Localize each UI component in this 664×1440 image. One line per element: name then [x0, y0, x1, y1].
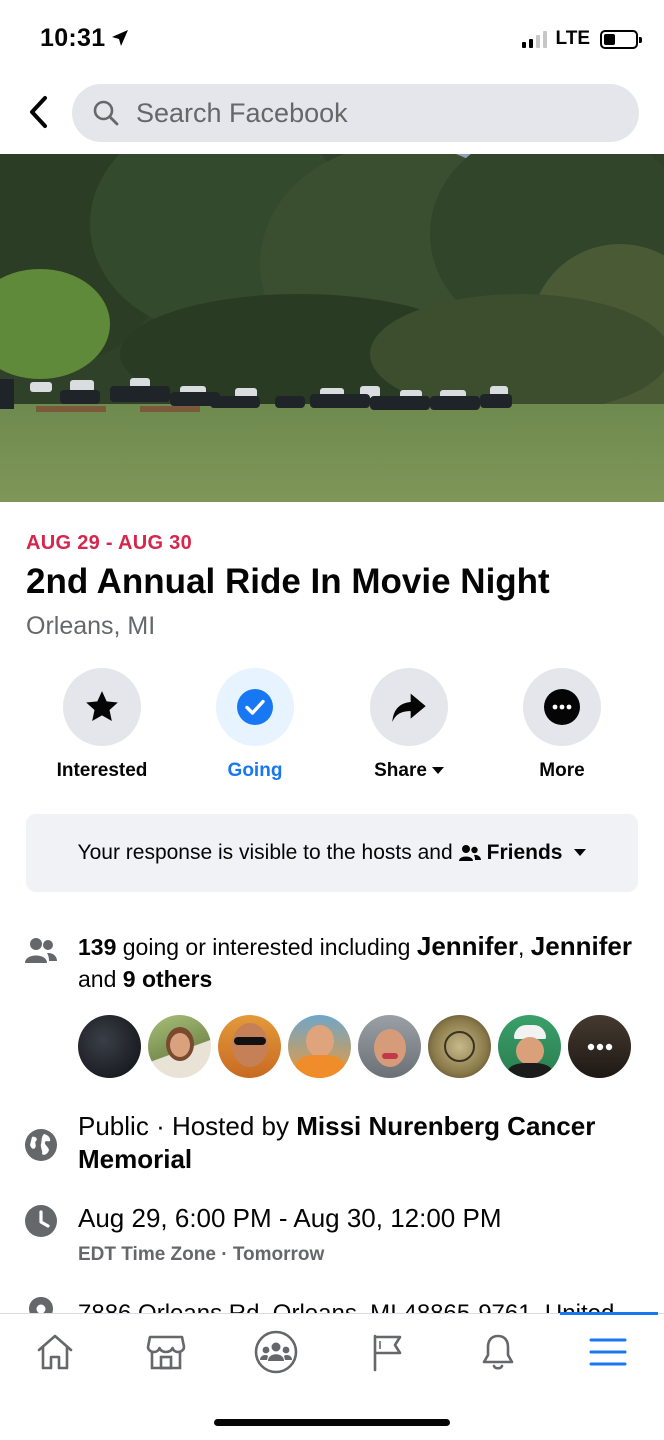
attendance-count: 139 — [78, 934, 117, 960]
time-sub: EDT Time Zone · Tomorrow — [78, 1244, 325, 1265]
more-circle — [523, 668, 601, 746]
network-type: LTE — [555, 28, 590, 49]
home-icon — [37, 1334, 73, 1370]
avatar[interactable] — [498, 1015, 561, 1078]
audience-label: Friends — [486, 841, 563, 864]
home-indicator[interactable] — [214, 1419, 450, 1426]
interested-label: Interested — [56, 760, 148, 781]
clock-icon — [25, 1205, 57, 1237]
more-dots-icon — [587, 1043, 612, 1050]
caret-down-icon — [574, 849, 587, 856]
privacy-label: Public — [78, 1111, 149, 1141]
share-circle — [370, 668, 448, 746]
going-circle — [216, 668, 294, 746]
share-label: Share — [374, 760, 427, 781]
tab-menu[interactable] — [578, 1328, 638, 1376]
pages-flag-icon — [373, 1334, 402, 1372]
event-cover-photo[interactable] — [0, 154, 664, 502]
time-range: Aug 29, 6:00 PM - Aug 30, 12:00 PM — [78, 1203, 502, 1233]
people-icon — [25, 938, 57, 963]
pin-icon — [29, 1297, 53, 1313]
going-button[interactable]: Going — [185, 668, 325, 782]
attendee-avatars — [78, 1015, 631, 1078]
share-button[interactable]: Share — [339, 668, 479, 782]
relative-day: Tomorrow — [232, 1244, 325, 1265]
search-placeholder: Search Facebook — [136, 97, 348, 128]
tab-pages[interactable] — [358, 1328, 418, 1376]
host-text: Public · Hosted by Missi Nurenberg Cance… — [78, 1110, 634, 1176]
attendance-text-1: going or interested including — [122, 934, 411, 960]
globe-icon — [25, 1129, 57, 1161]
search-header: Search Facebook — [0, 76, 664, 154]
location-arrow-icon — [112, 30, 128, 46]
event-title: 2nd Annual Ride In Movie Night — [26, 562, 550, 601]
tab-marketplace[interactable] — [136, 1328, 196, 1376]
response-visibility-bar[interactable]: Your response is visible to the hosts an… — [26, 814, 638, 892]
attendance-text: 139 going or interested including Jennif… — [78, 931, 632, 992]
visibility-text: Your response is visible to the hosts an… — [77, 841, 453, 864]
status-bar: 10:31 LTE — [0, 0, 664, 76]
more-dots-icon — [544, 689, 580, 725]
attendee-name-2[interactable]: Jennifer — [531, 931, 632, 961]
address-text: 7886 Orleans Rd, Orleans, MI 48865-9761,… — [78, 1300, 614, 1313]
avatar[interactable] — [288, 1015, 351, 1078]
event-location[interactable]: Orleans, MI — [26, 612, 155, 641]
back-button[interactable] — [20, 92, 56, 132]
search-icon — [93, 100, 119, 126]
more-button[interactable]: More — [492, 668, 632, 782]
avatar[interactable] — [148, 1015, 211, 1078]
timezone-label: EDT Time Zone — [78, 1244, 216, 1265]
check-circle-icon — [237, 689, 273, 725]
avatar[interactable] — [428, 1015, 491, 1078]
avatar[interactable] — [78, 1015, 141, 1078]
cover-image — [0, 154, 664, 502]
status-indicators: LTE — [521, 28, 642, 50]
audience-selector[interactable]: Friends — [458, 841, 587, 865]
bell-icon — [482, 1334, 514, 1370]
battery-icon — [600, 29, 642, 49]
going-label: Going — [227, 760, 283, 781]
avatar[interactable] — [358, 1015, 421, 1078]
attendee-name-1[interactable]: Jennifer — [417, 931, 518, 961]
marketplace-icon — [146, 1335, 186, 1370]
tab-home[interactable] — [25, 1328, 85, 1376]
friends-icon — [458, 845, 481, 861]
attendance-text-2: and — [78, 966, 117, 992]
avatar-more[interactable] — [568, 1015, 631, 1078]
active-tab-indicator — [560, 1312, 658, 1315]
hosted-by-text: · Hosted by — [156, 1111, 290, 1141]
status-time: 10:31 — [40, 24, 106, 52]
menu-icon — [589, 1338, 627, 1366]
tab-groups[interactable] — [246, 1328, 306, 1376]
bottom-tab-bar — [0, 1312, 664, 1440]
event-date-range: AUG 29 - AUG 30 — [26, 532, 193, 554]
groups-icon — [254, 1330, 298, 1374]
share-label-wrap: Share — [374, 760, 444, 782]
caret-down-icon — [431, 767, 444, 774]
attendance-others[interactable]: 9 others — [123, 966, 212, 992]
search-input[interactable]: Search Facebook — [72, 84, 639, 142]
share-arrow-icon — [392, 693, 426, 722]
signal-icon — [521, 30, 547, 48]
tab-notifications[interactable] — [468, 1328, 528, 1376]
event-actions: Interested Going Share More — [0, 668, 664, 788]
more-label: More — [539, 760, 585, 781]
interested-circle — [63, 668, 141, 746]
star-icon — [86, 691, 118, 721]
back-arrow-icon — [30, 96, 47, 128]
avatar[interactable] — [218, 1015, 281, 1078]
interested-button[interactable]: Interested — [32, 668, 172, 782]
address-row[interactable]: 7886 Orleans Rd, Orleans, MI 48865-9761,… — [0, 1290, 664, 1313]
